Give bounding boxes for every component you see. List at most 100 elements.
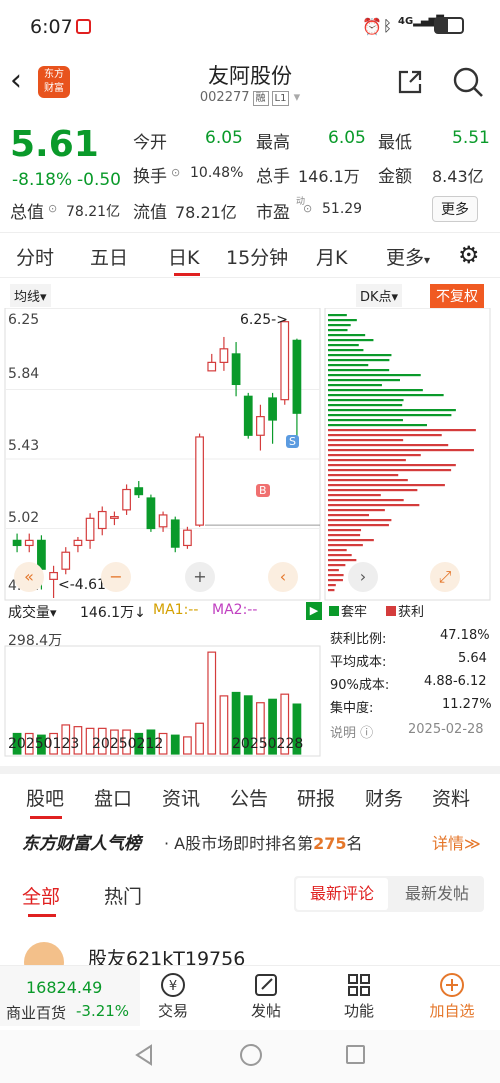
- volume-bar: [207, 651, 217, 755]
- popularity-rank[interactable]: 东方财富人气榜 · A股市场即时排名第275名 详情≫: [0, 816, 500, 866]
- chip-note[interactable]: 说明 ⓘ: [330, 722, 373, 741]
- svg-text:¥: ¥: [169, 979, 177, 994]
- stock-code: 002277: [199, 90, 250, 105]
- adjust-button[interactable]: 不复权: [430, 284, 484, 308]
- kline-svg: [4, 308, 491, 757]
- chip-bar: [328, 439, 404, 442]
- tab-15min[interactable]: 15分钟: [226, 243, 288, 270]
- function-label: 功能: [343, 1002, 374, 1020]
- ma2-value: MA2:--: [212, 602, 258, 618]
- add-label: 加自选: [429, 1002, 475, 1020]
- share-icon[interactable]: [396, 68, 424, 96]
- volume-selector[interactable]: 成交量▾: [8, 602, 57, 622]
- tab-active-indicator: [28, 914, 56, 917]
- tab-finance[interactable]: 财务: [365, 784, 403, 811]
- info-icon[interactable]: ⊙: [48, 202, 57, 215]
- zoom-in-icon[interactable]: +: [185, 562, 215, 592]
- chip-bar: [328, 524, 389, 527]
- info-icon[interactable]: ⊙: [171, 166, 180, 179]
- candle-body: [256, 416, 265, 436]
- info-icon[interactable]: ⊙: [303, 202, 312, 215]
- y-tick-4: 5.02: [8, 510, 40, 526]
- post-item[interactable]: 股友621kT19756: [0, 930, 500, 965]
- bluetooth-icon: ᛒ: [383, 17, 393, 35]
- post-button[interactable]: 发帖: [236, 970, 296, 1021]
- pe-label: 市盈: [256, 203, 290, 223]
- chip-bar: [328, 429, 476, 432]
- tab-guba[interactable]: 股吧: [26, 784, 64, 811]
- stock-code-row: 002277 融 L1 ▾: [0, 90, 500, 106]
- ma-selector[interactable]: 均线▾: [10, 284, 51, 307]
- date-label-3: 20250228: [232, 736, 304, 752]
- tab-monthly-k[interactable]: 月K: [316, 243, 347, 270]
- chip-bar: [328, 549, 347, 552]
- chip-bar: [328, 499, 404, 502]
- chip-bar: [328, 359, 390, 362]
- scroll-left-icon[interactable]: ‹: [268, 562, 298, 592]
- fullscreen-icon[interactable]: ⤢: [430, 562, 460, 592]
- dropdown-icon[interactable]: ▾: [289, 90, 301, 105]
- level-tag: L1: [271, 91, 290, 106]
- chip-bar: [328, 544, 363, 547]
- tab-news[interactable]: 资讯: [162, 784, 200, 811]
- chip-toggle-icon[interactable]: ▶: [306, 602, 322, 620]
- info-icon: ⓘ: [360, 726, 374, 741]
- candle-body: [268, 397, 277, 421]
- legend-profit-swatch: [386, 606, 396, 616]
- index-widget[interactable]: 16824.49 商业百货 -3.21%: [0, 966, 140, 1026]
- candle-body: [61, 551, 71, 570]
- chip-label-3: 90%成本:: [330, 678, 390, 693]
- tab-pankou[interactable]: 盘口: [94, 784, 132, 811]
- candle-body: [97, 510, 107, 530]
- caret-down-icon: ▾: [424, 253, 431, 267]
- nav-recents-icon[interactable]: [346, 1045, 365, 1064]
- rank-suffix: 名: [346, 834, 363, 853]
- zoom-out-icon[interactable]: −: [101, 562, 131, 592]
- tab-more[interactable]: 更多▾: [386, 243, 430, 270]
- tab-announcements[interactable]: 公告: [230, 784, 268, 811]
- search-icon[interactable]: [452, 66, 484, 98]
- tab-five-day[interactable]: 五日: [90, 243, 128, 270]
- candle-body: [49, 571, 58, 580]
- chip-expand-icon[interactable]: ›: [348, 562, 378, 592]
- high-label: 最高: [256, 133, 290, 153]
- more-button[interactable]: 更多: [432, 196, 478, 222]
- chip-bar: [328, 539, 374, 542]
- chip-bar: [328, 379, 400, 382]
- change-percent: -8.18%: [12, 170, 73, 190]
- tab-daily-k[interactable]: 日K: [168, 243, 199, 270]
- tab-all[interactable]: 全部: [22, 882, 60, 909]
- sort-latest-post[interactable]: 最新发帖: [392, 878, 482, 910]
- tab-hot[interactable]: 热门: [104, 882, 142, 909]
- nav-back-icon[interactable]: [134, 1044, 154, 1066]
- nav-home-icon[interactable]: [240, 1044, 262, 1066]
- candle-body: [122, 488, 131, 511]
- tab-profile[interactable]: 资料: [432, 784, 470, 811]
- chip-bar: [328, 569, 339, 572]
- trade-button[interactable]: ¥ 交易: [143, 970, 203, 1021]
- index-name: 商业百货: [6, 1004, 67, 1022]
- chip-bar: [328, 419, 403, 422]
- post-username: 股友621kT19756: [88, 948, 246, 965]
- chip-bar: [328, 444, 449, 447]
- chip-bar: [328, 464, 456, 467]
- notification-icon: [76, 19, 91, 34]
- chip-bar: [328, 484, 445, 487]
- tab-more-label: 更多: [386, 247, 425, 269]
- dk-selector[interactable]: DK点▾: [356, 284, 403, 307]
- settings-icon[interactable]: ⚙: [458, 241, 480, 269]
- tab-intraday[interactable]: 分时: [16, 243, 54, 270]
- legend-lock-swatch: [329, 606, 339, 616]
- add-watchlist-button[interactable]: 加自选: [422, 970, 482, 1021]
- chip-bar: [328, 534, 361, 537]
- function-button[interactable]: 功能: [329, 970, 389, 1021]
- tab-research[interactable]: 研报: [297, 784, 335, 811]
- sort-latest-comment[interactable]: 最新评论: [296, 878, 388, 910]
- scroll-left-fast-icon[interactable]: «: [14, 562, 44, 592]
- high-value: 6.05: [328, 128, 366, 148]
- chip-bar: [328, 394, 444, 397]
- stock-name: 友阿股份: [208, 64, 292, 88]
- rank-detail-link[interactable]: 详情≫: [432, 830, 481, 854]
- chip-bar: [328, 434, 442, 437]
- open-label: 今开: [133, 133, 167, 153]
